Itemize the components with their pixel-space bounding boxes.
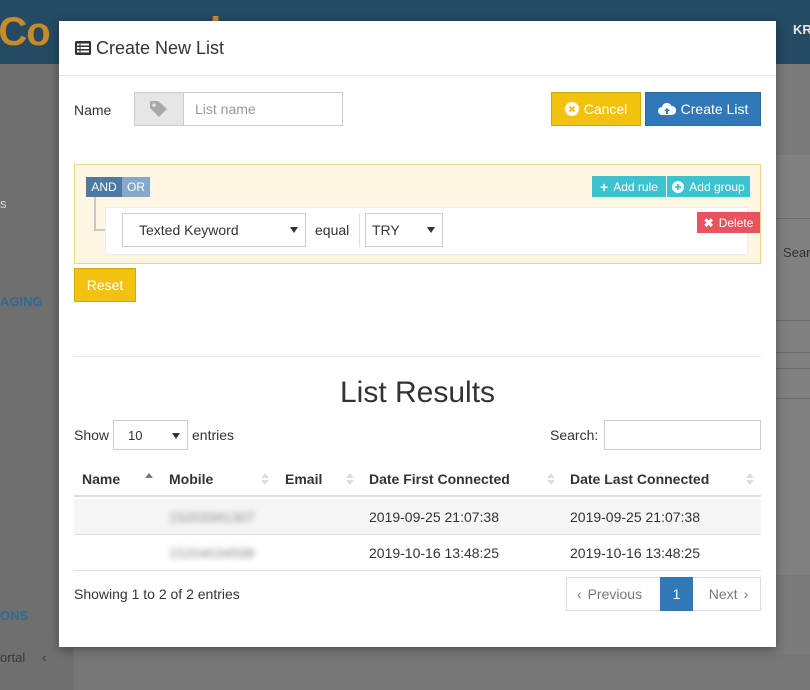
sort-asc-icon <box>145 473 153 478</box>
background-user: KR <box>793 22 810 37</box>
cell-date-last: 2019-09-25 21:07:38 <box>570 509 700 525</box>
section-divider <box>74 356 761 357</box>
tag-icon <box>150 101 167 117</box>
rule-operator: equal <box>315 222 350 238</box>
background-search-label: Sear <box>783 245 810 260</box>
caret-down-icon <box>172 433 180 439</box>
page-1-button[interactable]: 1 <box>660 577 693 611</box>
cell-date-first: 2019-09-25 21:07:38 <box>369 509 499 525</box>
cell-mobile: 15203341307 <box>169 509 255 525</box>
previous-page-label: Previous <box>587 586 643 602</box>
sort-icon <box>346 473 354 485</box>
table-header: Name Mobile Email Date First Connected D… <box>74 461 761 497</box>
background-divider <box>776 352 810 353</box>
table-row[interactable]: 15203341307 2019-09-25 21:07:38 2019-09-… <box>74 499 761 535</box>
delete-rule-button[interactable]: ✖ Delete <box>697 212 760 233</box>
add-rule-label: Add rule <box>613 179 658 194</box>
and-toggle[interactable]: AND <box>86 177 122 197</box>
delete-rule-label: Delete <box>718 215 754 230</box>
previous-page-button[interactable]: ‹ Previous <box>566 577 660 611</box>
background-divider <box>776 368 810 369</box>
or-toggle[interactable]: OR <box>122 177 150 197</box>
add-group-label: Add group <box>689 179 745 194</box>
column-header-mobile[interactable]: Mobile <box>169 471 213 487</box>
cancel-button-label: Cancel <box>583 101 628 117</box>
modal-header: Create New List <box>59 21 776 76</box>
background-divider <box>776 218 810 219</box>
create-list-modal: Create New List Name Cancel Create List … <box>59 21 776 647</box>
cell-date-last: 2019-10-16 13:48:25 <box>570 545 700 561</box>
background-divider <box>776 320 810 321</box>
table-info: Showing 1 to 2 of 2 entries <box>74 586 240 602</box>
add-rule-button[interactable]: + Add rule <box>592 176 666 197</box>
sort-icon <box>547 473 555 485</box>
entries-label: entries <box>192 427 235 443</box>
rule-value-select[interactable]: TRY <box>365 213 443 247</box>
next-page-label: Next <box>708 586 738 602</box>
reset-button[interactable]: Reset <box>74 268 136 302</box>
background-divider <box>776 398 810 399</box>
create-list-button-label: Create List <box>680 101 749 117</box>
background-sidebar-heading: ONS <box>0 608 29 623</box>
background-sidebar-heading: AGING <box>0 294 43 309</box>
search-input[interactable] <box>604 420 761 450</box>
query-builder: AND OR + Add rule Add group Texted Keywo… <box>74 164 761 264</box>
cell-date-first: 2019-10-16 13:48:25 <box>369 545 499 561</box>
next-page-button[interactable]: Next › <box>693 577 761 611</box>
name-label: Name <box>74 102 112 118</box>
rule-row: Texted Keyword equal TRY ✖ Delete <box>105 207 760 255</box>
search-label: Search: <box>550 427 599 443</box>
list-icon <box>75 41 91 55</box>
times-circle-icon <box>564 102 579 116</box>
list-name-input[interactable] <box>183 92 343 126</box>
plus-icon: + <box>600 178 609 195</box>
chevron-left-icon: ‹ <box>576 586 582 602</box>
results-title: List Results <box>339 376 496 409</box>
table-row[interactable]: 15204034598 2019-10-16 13:48:25 2019-10-… <box>74 535 761 571</box>
chevron-left-icon: ‹ <box>42 650 47 665</box>
background-sidebar-item: s <box>0 196 7 211</box>
create-list-button[interactable]: Create List <box>645 92 761 126</box>
cancel-button[interactable]: Cancel <box>551 92 641 126</box>
plus-circle-icon <box>672 180 685 193</box>
rule-field-select[interactable]: Texted Keyword <box>122 213 306 247</box>
name-input-addon <box>134 92 184 126</box>
page-length-select[interactable]: 10 <box>113 420 188 450</box>
sort-icon <box>746 473 754 485</box>
column-header-date-first-connected[interactable]: Date First Connected <box>369 471 510 487</box>
modal-title: Create New List <box>96 38 225 58</box>
rule-separator <box>359 213 360 247</box>
cloud-upload-icon <box>657 102 676 115</box>
rule-field-value: Texted Keyword <box>139 222 239 238</box>
cell-mobile: 15204034598 <box>169 545 255 561</box>
background-footer <box>74 655 810 690</box>
column-header-name[interactable]: Name <box>82 471 120 487</box>
caret-down-icon <box>290 227 298 233</box>
sort-icon <box>261 473 269 485</box>
add-group-button[interactable]: Add group <box>666 176 750 197</box>
page-length-value: 10 <box>128 427 143 443</box>
caret-down-icon <box>427 227 435 233</box>
column-header-email[interactable]: Email <box>285 471 322 487</box>
background-sidebar-item: ortal <box>0 650 26 665</box>
times-icon: ✖ <box>703 215 714 230</box>
background-brand: tCo <box>0 10 51 54</box>
chevron-right-icon: › <box>743 586 749 602</box>
show-label: Show <box>74 427 110 443</box>
column-header-date-last-connected[interactable]: Date Last Connected <box>570 471 709 487</box>
pagination: ‹ Previous 1 Next › <box>566 577 761 611</box>
rule-value: TRY <box>372 222 400 238</box>
